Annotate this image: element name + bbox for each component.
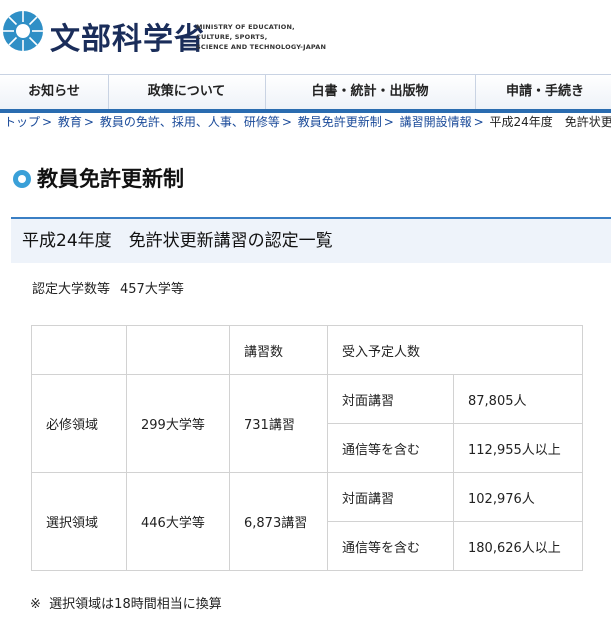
nav-item-policy[interactable]: 政策について: [108, 75, 266, 109]
certification-table: 講習数 受入予定人数 必修領域 299大学等 731講習 対面講習 87,805…: [31, 325, 583, 571]
breadcrumb-link-teacher-license[interactable]: 教員の免許、採用、人事、研修等: [100, 115, 280, 129]
global-nav: お知らせ 政策について 白書・統計・出版物 申請・手続き: [0, 74, 611, 113]
note-text: 選択領域は18時間相当に換算: [49, 597, 222, 612]
ministry-name[interactable]: 文部科学省: [50, 14, 205, 58]
breadcrumb-link-top[interactable]: トップ: [4, 115, 40, 129]
nav-item-news[interactable]: お知らせ: [0, 75, 109, 109]
breadcrumb-link-course-info[interactable]: 講習開設情報: [400, 115, 472, 129]
site-header: 文部科学省 MINISTRY OF EDUCATION, CULTURE, SP…: [0, 0, 611, 74]
section-heading-text: 平成24年度 免許状更新講習の認定一覧: [22, 231, 333, 251]
certified-count: 認定大学数等 457大学等: [32, 280, 184, 300]
certified-count-value: 457大学等: [120, 282, 184, 297]
breadcrumb-link-renewal-system[interactable]: 教員免許更新制: [298, 115, 382, 129]
table-cell-people: 180,626人以上: [453, 521, 583, 571]
table-cell-type: 通信等を含む: [327, 423, 454, 473]
table-cell: [31, 325, 127, 375]
logo-en-line: MINISTRY OF EDUCATION,: [196, 23, 295, 31]
table-cell-universities: 299大学等: [126, 374, 230, 473]
table-cell-people: 112,955人以上: [453, 423, 583, 473]
table-cell-area: 必修領域: [31, 374, 127, 473]
note-mark: ※: [30, 597, 41, 612]
page-title: 教員免許更新制: [13, 163, 184, 195]
table-cell-universities: 446大学等: [126, 472, 230, 571]
logo-en-line: SCIENCE AND TECHNOLOGY-JAPAN: [196, 43, 327, 51]
table-cell-type: 対面講習: [327, 472, 454, 522]
nav-item-publications[interactable]: 白書・統計・出版物: [265, 75, 476, 109]
page-title-text: 教員免許更新制: [37, 167, 184, 191]
table-header-capacity: 受入予定人数: [327, 325, 583, 375]
table-cell-type: 対面講習: [327, 374, 454, 424]
table-row: 選択領域 446大学等 6,873講習 対面講習 102,976人: [31, 472, 583, 571]
footnote: ※ 選択領域は18時間相当に換算: [30, 595, 222, 615]
ministry-logo-icon[interactable]: [2, 10, 44, 52]
logo-en-line: CULTURE, SPORTS,: [196, 33, 268, 41]
table-header-row: 講習数 受入予定人数: [31, 325, 583, 375]
table-cell-courses: 6,873講習: [229, 472, 328, 571]
table-cell-people: 87,805人: [453, 374, 583, 424]
table-header-courses: 講習数: [229, 325, 328, 375]
table-cell-type: 通信等を含む: [327, 521, 454, 571]
breadcrumb-link-education[interactable]: 教育: [58, 115, 82, 129]
breadcrumb-current: 平成24年度 免許状更新: [489, 115, 611, 129]
certified-count-label: 認定大学数等: [32, 282, 111, 297]
table-cell-courses: 731講習: [229, 374, 328, 473]
bullet-icon: [13, 170, 31, 188]
table-cell-area: 選択領域: [31, 472, 127, 571]
ministry-name-en: MINISTRY OF EDUCATION, CULTURE, SPORTS, …: [196, 22, 326, 52]
table-cell: [126, 325, 230, 375]
nav-item-applications[interactable]: 申請・手続き: [475, 75, 611, 109]
section-heading: 平成24年度 免許状更新講習の認定一覧: [11, 217, 611, 263]
table-row: 必修領域 299大学等 731講習 対面講習 87,805人: [31, 374, 583, 473]
table-cell-people: 102,976人: [453, 472, 583, 522]
breadcrumb: トップ > 教育 > 教員の免許、採用、人事、研修等 > 教員免許更新制 > 講習開設情…: [4, 112, 611, 132]
